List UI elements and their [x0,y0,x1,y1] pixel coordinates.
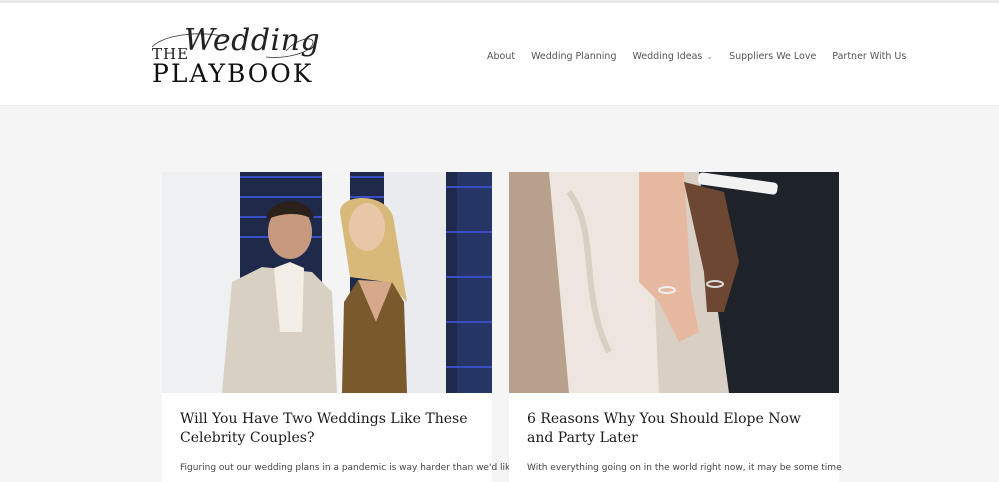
chevron-down-icon: ⌄ [706,52,714,61]
post-title[interactable]: Will You Have Two Weddings Like These Ce… [180,410,475,448]
holding-hands-rings-photo-icon [509,172,839,393]
nav-suppliers[interactable]: Suppliers We Love [729,51,816,62]
main-nav: About Wedding Planning Wedding Ideas ⌄ Su… [487,51,922,62]
post-title[interactable]: 6 Reasons Why You Should Elope Now and P… [527,410,822,448]
post-card[interactable]: Will You Have Two Weddings Like These Ce… [162,172,516,482]
post-image-celebrity-couple[interactable] [162,172,492,393]
site-header: THE Wedding PLAYBOOK About Wedding Plann… [0,3,999,106]
post-image-holding-hands[interactable] [509,172,839,393]
nav-about[interactable]: About [487,51,515,62]
nav-wedding-planning[interactable]: Wedding Planning [531,51,616,62]
celebrity-couple-photo-icon [162,172,492,393]
post-card[interactable]: 6 Reasons Why You Should Elope Now and P… [509,172,842,482]
site-logo[interactable]: THE Wedding PLAYBOOK [146,23,320,89]
post-excerpt: With everything going on in the world ri… [527,463,842,473]
logo-playbook: PLAYBOOK [152,59,314,88]
nav-wedding-ideas[interactable]: Wedding Ideas ⌄ [632,51,713,62]
nav-wedding-ideas-label: Wedding Ideas [632,51,703,62]
logo-wedding: Wedding [184,23,321,58]
nav-partner[interactable]: Partner With Us [832,51,906,62]
post-excerpt: Figuring out our wedding plans in a pand… [180,463,516,473]
